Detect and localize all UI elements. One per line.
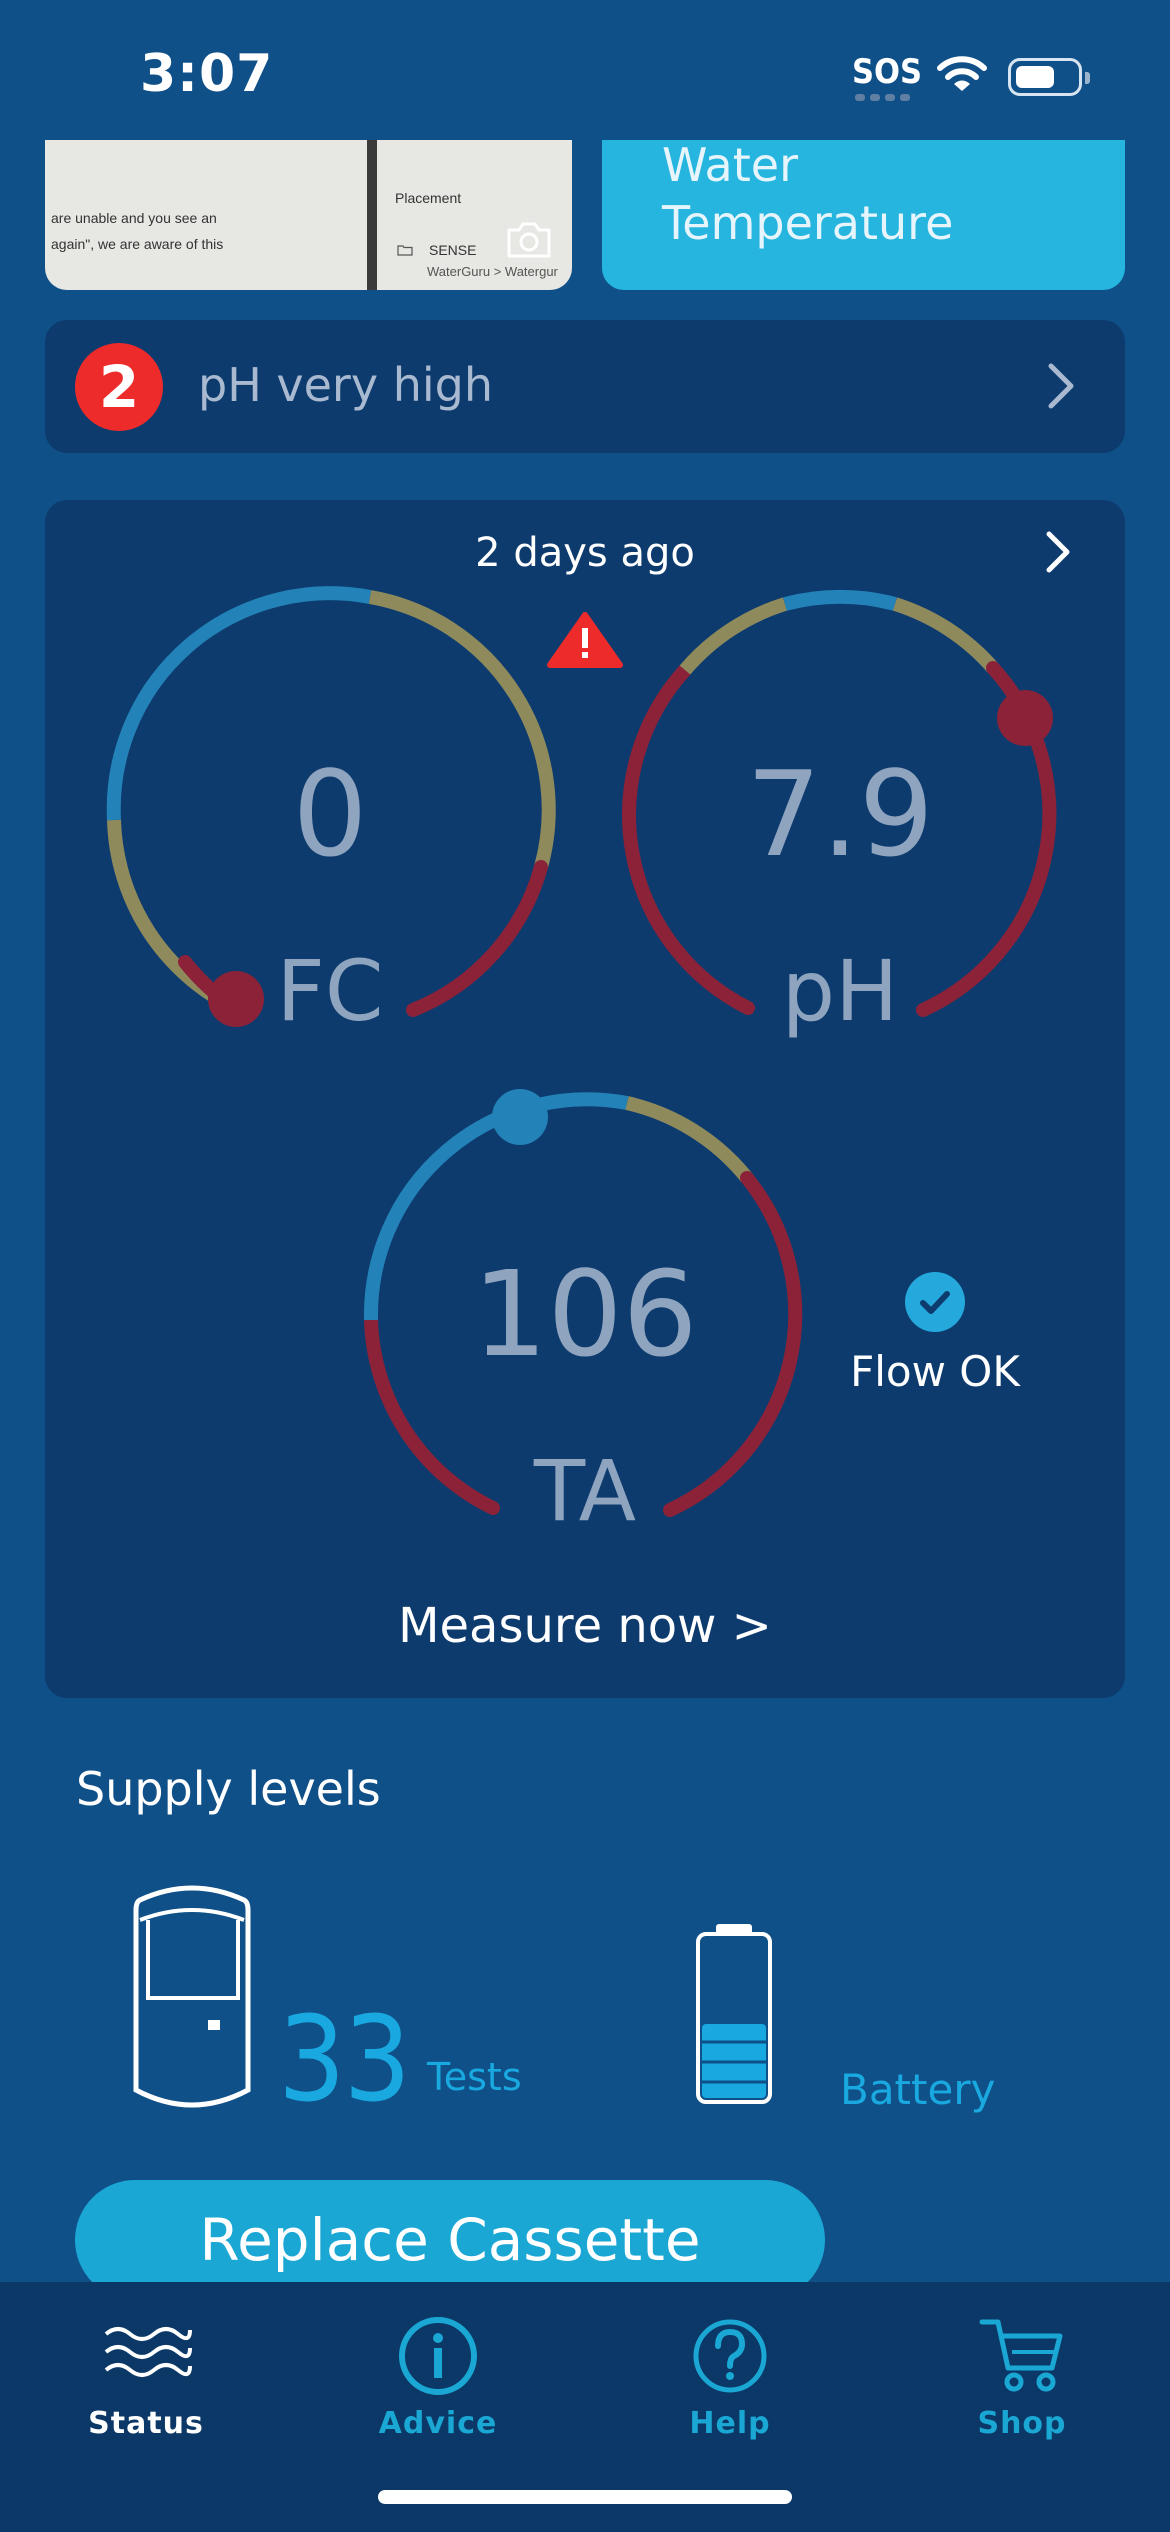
tab-help[interactable]: Help bbox=[584, 2282, 876, 2462]
waves-icon bbox=[104, 2327, 192, 2377]
gauge-ta-value: 106 bbox=[472, 1245, 697, 1383]
tab-shop-label: Shop bbox=[977, 2406, 1067, 2441]
measure-now-link[interactable]: Measure now > bbox=[45, 1598, 1125, 1654]
gauge-fc-indicator bbox=[208, 971, 264, 1027]
photo-thumbnail-card[interactable]: are unable and you see an again", we are… bbox=[45, 140, 572, 290]
gauge-ph-indicator bbox=[997, 690, 1053, 746]
gauge-ph[interactable]: 7.9 pH bbox=[622, 589, 1057, 1040]
info-icon bbox=[399, 2317, 477, 2395]
gauge-ph-label: pH bbox=[782, 942, 898, 1040]
warning-icon bbox=[547, 612, 623, 668]
photo-text-path: WaterGuru > Watergur bbox=[427, 264, 558, 279]
battery-level-icon bbox=[696, 1924, 772, 2104]
tab-status[interactable]: Status bbox=[0, 2282, 292, 2462]
photo-text-folder: SENSE bbox=[429, 242, 477, 258]
gauge-ta-indicator bbox=[492, 1089, 548, 1145]
tab-shop[interactable]: Shop bbox=[876, 2282, 1168, 2462]
tab-advice-label: Advice bbox=[378, 2406, 498, 2441]
flow-ok-check-icon bbox=[905, 1272, 965, 1332]
gauges-area: 0 FC 7.9 pH 106 TA bbox=[106, 586, 1057, 1540]
measurement-card[interactable]: 2 days ago 0 FC 7.9 pH 106 TA Flow OK Me… bbox=[45, 500, 1125, 1698]
battery-label: Battery bbox=[840, 2065, 996, 2114]
sos-indicator: SOS bbox=[852, 52, 923, 92]
battery-status-icon bbox=[1008, 58, 1090, 96]
tab-help-label: Help bbox=[689, 2406, 771, 2441]
alert-count-badge: 2 bbox=[75, 343, 163, 431]
cart-icon bbox=[979, 2319, 1063, 2392]
status-time: 3:07 bbox=[140, 44, 274, 104]
gauge-ta-label: TA bbox=[533, 1442, 636, 1540]
question-icon bbox=[693, 2319, 767, 2393]
folder-icon bbox=[397, 245, 413, 256]
water-temperature-card[interactable]: Water Temperature bbox=[602, 138, 1125, 290]
gauge-ta[interactable]: 106 TA bbox=[363, 1089, 803, 1540]
tab-status-label: Status bbox=[88, 2406, 204, 2441]
flow-status-label: Flow OK bbox=[850, 1347, 1020, 1396]
alert-text: pH very high bbox=[198, 358, 493, 412]
gauge-fc-value: 0 bbox=[292, 745, 367, 883]
photo-text-line: again", we are aware of this bbox=[51, 236, 224, 252]
photo-text-title: Placement bbox=[395, 190, 462, 206]
signal-dots-icon bbox=[855, 94, 910, 101]
wifi-icon bbox=[937, 56, 987, 91]
replace-cassette-label: Replace Cassette bbox=[199, 2206, 701, 2274]
photo-text-line: are unable and you see an bbox=[51, 210, 217, 226]
water-temperature-label: Water Temperature bbox=[662, 138, 954, 250]
camera-icon[interactable] bbox=[505, 220, 553, 260]
supply-levels-title: Supply levels bbox=[76, 1762, 381, 1816]
tab-advice[interactable]: Advice bbox=[292, 2282, 584, 2462]
photo-divider bbox=[367, 140, 377, 290]
home-indicator bbox=[378, 2490, 792, 2504]
gauge-ph-value: 7.9 bbox=[746, 745, 934, 883]
gauge-fc[interactable]: 0 FC bbox=[106, 586, 556, 1040]
gauge-fc-label: FC bbox=[277, 942, 384, 1040]
tests-label: Tests bbox=[427, 2055, 522, 2099]
chevron-right-icon bbox=[1048, 363, 1074, 409]
cassette-icon bbox=[133, 1885, 251, 2108]
alert-row[interactable]: 2 pH very high bbox=[45, 320, 1125, 453]
cassette-tests-count: 33 bbox=[278, 1990, 411, 2128]
